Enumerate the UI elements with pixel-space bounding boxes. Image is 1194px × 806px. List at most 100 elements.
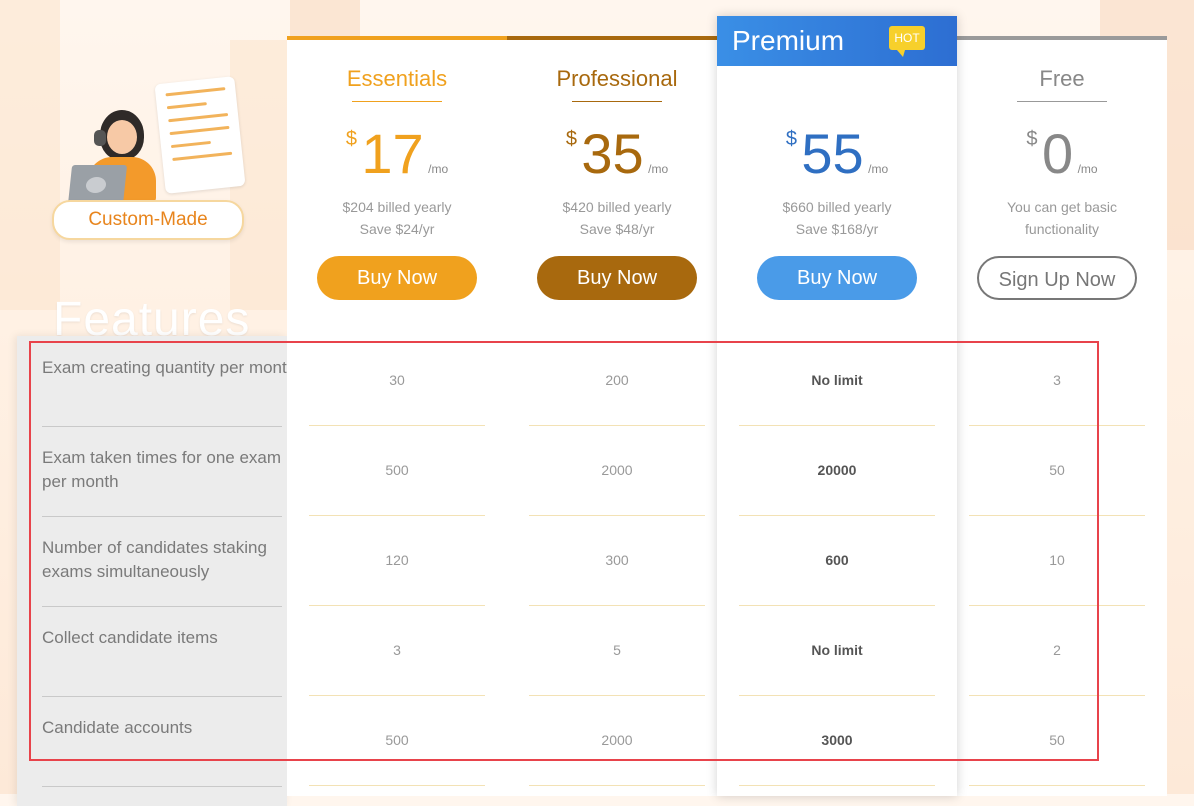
plan-value: 50	[1049, 732, 1065, 748]
feature-row: Candidate accounts	[42, 696, 282, 787]
plan-value: 500	[385, 732, 409, 748]
plan-value-cell: 200	[529, 336, 705, 426]
feature-row: Exam taken times for one exam per month	[42, 426, 282, 517]
agent-face	[107, 120, 137, 154]
plan-value: 500	[385, 462, 409, 478]
plan-value-cell: 500	[309, 696, 485, 786]
plan-value: 10	[1049, 552, 1065, 568]
yearly-savings: Save $168/yr	[795, 221, 879, 237]
plan-topbar	[287, 36, 507, 40]
plan-value: No limit	[811, 372, 863, 388]
plan-price: $ 0 /mo	[957, 121, 1167, 186]
document-icon	[154, 76, 246, 194]
plan-value-cell: 20000	[739, 426, 935, 516]
billing-info: $420 billed yearly Save $48/yr	[507, 196, 727, 240]
price-period: /mo	[868, 162, 889, 176]
plan-value-cell: 3	[309, 606, 485, 696]
plan-value-cell: 120	[309, 516, 485, 606]
plan-value-cell: 600	[739, 516, 935, 606]
feature-row: Number of candidates staking exams simul…	[42, 516, 282, 607]
plan-price: $ 55 /mo	[717, 121, 957, 186]
plan-free: Free $ 0 /mo You can get basic functiona…	[957, 36, 1167, 796]
plan-value: No limit	[811, 642, 863, 658]
plan-name: Professional	[556, 66, 678, 91]
currency-symbol: $	[785, 128, 797, 150]
price-amount: 35	[581, 122, 644, 185]
plan-value: 200	[605, 372, 629, 388]
free-description-line2: functionality	[1025, 221, 1099, 237]
plan-value: 2000	[601, 462, 633, 478]
yearly-savings: Save $48/yr	[579, 221, 655, 237]
currency-symbol: $	[345, 128, 357, 150]
plan-value: 2000	[601, 732, 633, 748]
plan-name: Premium	[732, 25, 845, 56]
feature-label: Exam taken times for one exam per month	[42, 448, 282, 491]
price-period: /mo	[648, 162, 669, 176]
plan-price: $ 17 /mo	[287, 121, 507, 186]
currency-symbol: $	[1026, 128, 1038, 150]
sign-up-now-button[interactable]: Sign Up Now	[977, 256, 1137, 300]
plan-value-cell: 5	[529, 606, 705, 696]
custom-made-button[interactable]: Custom-Made	[52, 200, 244, 240]
plan-value: 3000	[821, 732, 853, 748]
premium-buy-button[interactable]: Buy Now	[757, 256, 917, 300]
plan-value-cell: No limit	[739, 606, 935, 696]
yearly-savings: Save $24/yr	[359, 221, 435, 237]
feature-label: Number of candidates staking exams simul…	[42, 538, 267, 581]
plan-value-cell: 10	[969, 516, 1145, 606]
currency-symbol: $	[565, 128, 577, 150]
plan-value: 30	[389, 372, 405, 388]
price-amount: 17	[361, 122, 424, 185]
plan-value-cell: 3	[969, 336, 1145, 426]
premium-header: Premium HOT	[717, 16, 957, 66]
billed-yearly: $420 billed yearly	[562, 199, 672, 215]
price-amount: 0	[1041, 122, 1074, 185]
divider	[572, 101, 662, 102]
plan-value-cell: 3000	[739, 696, 935, 786]
feature-label: Candidate accounts	[42, 718, 193, 737]
feature-row: Exam creating quantity per month	[42, 336, 296, 427]
plan-value: 3	[393, 642, 401, 658]
feature-label: Collect candidate items	[42, 628, 218, 647]
plan-value: 600	[825, 552, 849, 568]
plan-value: 2	[1053, 642, 1061, 658]
plan-value-cell: 500	[309, 426, 485, 516]
features-column: Exam creating quantity per month Exam ta…	[17, 336, 296, 806]
plan-value-cell: 50	[969, 696, 1145, 786]
hot-badge: HOT	[889, 26, 925, 57]
headset-icon	[94, 130, 106, 146]
feature-label: Exam creating quantity per month	[42, 358, 297, 377]
plan-price: $ 35 /mo	[507, 121, 727, 186]
billing-info: $660 billed yearly Save $168/yr	[717, 196, 957, 240]
essentials-buy-button[interactable]: Buy Now	[317, 256, 477, 300]
price-period: /mo	[428, 162, 449, 176]
plan-topbar	[957, 36, 1167, 40]
price-period: /mo	[1077, 162, 1098, 176]
plan-topbar	[507, 36, 727, 40]
plan-value-cell: No limit	[739, 336, 935, 426]
billing-info: $204 billed yearly Save $24/yr	[287, 196, 507, 240]
free-description-line1: You can get basic	[1006, 199, 1117, 215]
plan-value-cell: 300	[529, 516, 705, 606]
plan-value-cell: 2000	[529, 696, 705, 786]
plan-value: 300	[605, 552, 629, 568]
plan-professional: Professional $ 35 /mo $420 billed yearly…	[507, 36, 727, 796]
plan-name: Essentials	[346, 66, 448, 91]
plan-essentials: Essentials $ 17 /mo $204 billed yearly S…	[287, 36, 507, 796]
plan-value: 20000	[817, 462, 857, 478]
plan-value-cell: 50	[969, 426, 1145, 516]
feature-row: Collect candidate items	[42, 606, 282, 697]
laptop-icon	[67, 165, 128, 205]
background-shape	[290, 0, 360, 40]
plan-value-cell: 30	[309, 336, 485, 426]
plan-name: Free	[1039, 66, 1085, 91]
price-amount: 55	[801, 122, 864, 185]
billing-info: You can get basic functionality	[957, 196, 1167, 240]
plan-premium: Premium HOT $ 55 /mo $660 billed yearly …	[717, 16, 957, 796]
support-agent-illustration: Custom-Made	[50, 75, 250, 245]
divider	[1017, 101, 1107, 102]
professional-buy-button[interactable]: Buy Now	[537, 256, 697, 300]
billed-yearly: $660 billed yearly	[782, 199, 892, 215]
billed-yearly: $204 billed yearly	[342, 199, 452, 215]
plan-value-cell: 2	[969, 606, 1145, 696]
